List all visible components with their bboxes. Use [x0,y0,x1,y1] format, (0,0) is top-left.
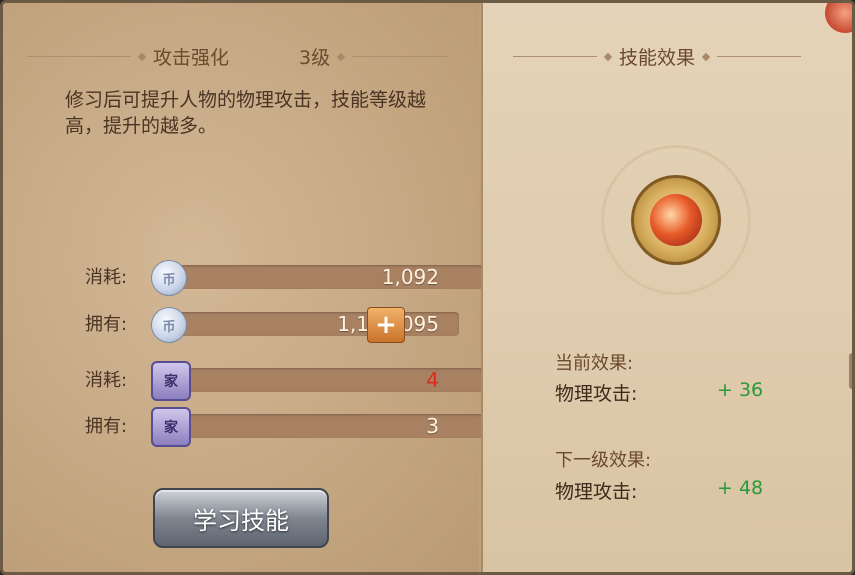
heading-line-right [352,56,449,57]
value-bar: 3 [179,414,483,438]
effect-title: 技能效果 [619,47,696,69]
row-label: 拥有: [85,416,128,437]
row-label: 消耗: [85,370,128,391]
heading-line-left [513,56,597,57]
skill-heading: 攻击强化 3级 [27,43,449,70]
skill-description: 修习后可提升人物的物理攻击，技能等级越高，提升的越多。 [65,89,427,137]
family-token-icon: 家 [151,361,191,401]
skill-name: 攻击强化 [153,47,230,69]
learn-skill-button[interactable]: 学习技能 [153,488,329,548]
flame-orb-icon [650,194,702,246]
row-label: 拥有: [85,314,128,335]
add-silver-button[interactable]: + [367,307,405,343]
row-label: 消耗: [85,267,128,288]
cost-token-row: 消耗: 4 家 [85,361,483,401]
next-effect-value: + 48 [717,477,764,499]
current-effect-value: + 36 [717,379,764,401]
silver-coin-icon: 币 [151,260,187,296]
cost-token-value: 4 [426,368,439,392]
heading-line-left [27,56,131,57]
owned-token-value: 3 [426,414,439,438]
side-expand-tab[interactable] [849,353,852,389]
cost-silver-row: 消耗: 1,092 币 [85,260,483,296]
value-bar: 4 [179,368,483,392]
heading-diamond-icon [603,52,613,61]
skill-level: 3级 [299,47,331,69]
owned-silver-row: 拥有: 1,172,095 币 + [85,307,459,343]
next-effect-name: 物理攻击: [555,481,638,503]
owned-token-row: 拥有: 3 家 [85,407,483,447]
skill-detail-panel: 攻击强化 3级 修习后可提升人物的物理攻击，技能等级越高，提升的越多。 消耗: … [3,3,483,572]
effect-heading: 技能效果 [513,43,802,70]
current-effect-name: 物理攻击: [555,383,638,405]
current-effect-title: 当前效果: [555,353,634,374]
cost-silver-value: 1,092 [381,265,439,289]
family-token-icon: 家 [151,407,191,447]
heading-diamond-icon [336,52,346,61]
value-bar: 1,172,095 [179,312,459,336]
attack-skill-icon[interactable] [631,175,721,265]
heading-line-right [717,56,802,57]
heading-diamond-icon [701,52,711,61]
silver-coin-icon: 币 [151,307,187,343]
next-effect-title: 下一级效果: [555,450,652,471]
value-bar: 1,092 [179,265,483,289]
heading-diamond-icon [137,52,147,61]
skill-window: 攻击强化 3级 修习后可提升人物的物理攻击，技能等级越高，提升的越多。 消耗: … [0,0,855,575]
